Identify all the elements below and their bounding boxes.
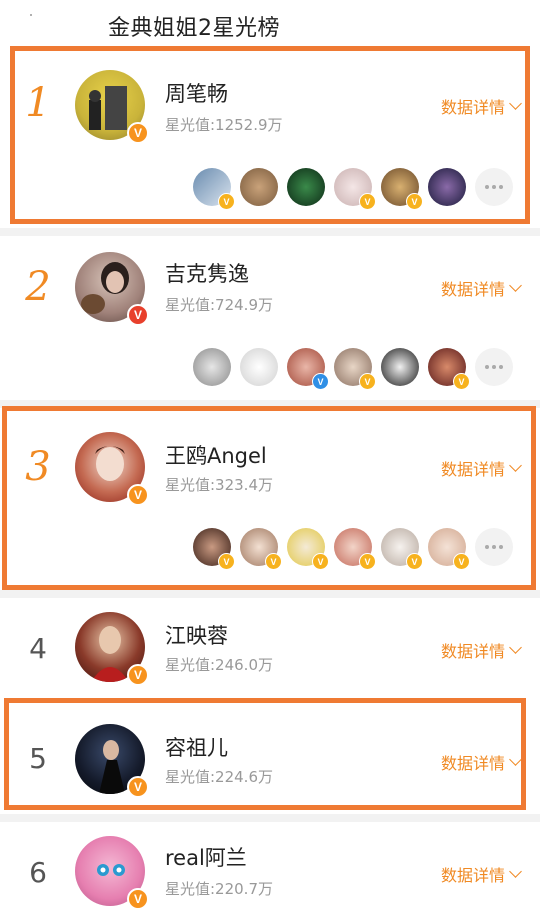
- verified-v-icon: V: [359, 553, 376, 570]
- fan-avatar[interactable]: V: [334, 348, 376, 390]
- chevron-down-icon: [509, 97, 522, 110]
- verified-v-icon: V: [218, 193, 235, 210]
- verified-v-icon: V: [218, 553, 235, 570]
- verified-v-icon: V: [312, 553, 329, 570]
- chevron-down-icon: [509, 279, 522, 292]
- ranking-entry-5[interactable]: 5 V 容祖儿 星光值:224.6万 数据详情: [0, 700, 540, 810]
- verified-v-icon: V: [127, 484, 149, 506]
- fan-avatar[interactable]: V: [381, 528, 423, 570]
- verified-v-icon: V: [359, 373, 376, 390]
- fan-avatar[interactable]: V: [428, 348, 470, 390]
- verified-v-icon: V: [359, 193, 376, 210]
- fan-avatar[interactable]: [381, 348, 419, 386]
- data-detail-label: 数据详情: [440, 866, 505, 885]
- verified-v-icon: V: [406, 193, 423, 210]
- data-detail-button[interactable]: 数据详情: [440, 750, 522, 774]
- star-value: 星光值:224.6万: [165, 768, 273, 786]
- ranking-entry-2[interactable]: 2 V 吉克隽逸 星光值:724.9万 数据详情 V V V: [0, 236, 540, 406]
- ranking-entry-3[interactable]: 3 V 王鸥Angel 星光值:323.4万 数据详情 V V V V V V: [0, 410, 540, 580]
- rank-number: 2: [25, 264, 51, 310]
- verified-v-icon: V: [265, 553, 282, 570]
- rank-number: 6: [29, 856, 47, 889]
- fan-avatars: V V V: [193, 168, 513, 210]
- ranking-entry-1[interactable]: 1 V 周笔畅 星光值:1252.9万 数据详情 V V V: [0, 58, 540, 228]
- status-dot: [30, 14, 32, 16]
- verified-v-icon: V: [127, 776, 149, 798]
- verified-v-icon: V: [453, 373, 470, 390]
- ranking-entry-6[interactable]: 6 V real阿兰 星光值:220.7万 数据详情: [0, 822, 540, 908]
- page-title: 金典姐姐2星光榜: [108, 16, 280, 41]
- chevron-down-icon: [509, 753, 522, 766]
- data-detail-button[interactable]: 数据详情: [440, 638, 522, 662]
- avatar[interactable]: V: [75, 724, 149, 798]
- avatar[interactable]: V: [75, 432, 149, 506]
- rank-number: 1: [25, 80, 51, 126]
- data-detail-button[interactable]: 数据详情: [440, 94, 522, 118]
- fan-avatar[interactable]: [428, 168, 466, 206]
- verified-v-icon: V: [406, 553, 423, 570]
- more-dots-icon[interactable]: [475, 528, 513, 566]
- separator: [0, 228, 540, 236]
- artist-name[interactable]: 吉克隽逸: [165, 258, 249, 288]
- data-detail-button[interactable]: 数据详情: [440, 862, 522, 886]
- star-value: 星光值:220.7万: [165, 880, 273, 898]
- chevron-down-icon: [509, 641, 522, 654]
- verified-v-icon: V: [127, 664, 149, 686]
- rank-number: 4: [29, 632, 47, 665]
- fan-avatar[interactable]: [240, 348, 278, 386]
- data-detail-label: 数据详情: [440, 754, 505, 773]
- separator: [0, 400, 540, 408]
- star-value: 星光值:724.9万: [165, 296, 273, 314]
- more-dots-icon[interactable]: [475, 348, 513, 386]
- more-dots-icon[interactable]: [475, 168, 513, 206]
- rank-number: 5: [29, 742, 47, 775]
- verified-v-icon: V: [127, 304, 149, 326]
- artist-name[interactable]: real阿兰: [165, 842, 247, 872]
- data-detail-label: 数据详情: [440, 280, 505, 299]
- fan-avatar[interactable]: V: [428, 528, 470, 570]
- fan-avatar[interactable]: [240, 168, 278, 206]
- fan-avatar[interactable]: V: [240, 528, 282, 570]
- artist-name[interactable]: 周笔畅: [165, 78, 228, 108]
- data-detail-button[interactable]: 数据详情: [440, 456, 522, 480]
- star-value: 星光值:1252.9万: [165, 116, 283, 134]
- fan-avatar[interactable]: [193, 348, 231, 386]
- ranking-entry-4[interactable]: 4 V 江映蓉 星光值:246.0万 数据详情: [0, 598, 540, 698]
- fan-avatar[interactable]: V: [334, 528, 376, 570]
- artist-name[interactable]: 容祖儿: [165, 732, 228, 762]
- avatar[interactable]: V: [75, 612, 149, 686]
- artist-name[interactable]: 王鸥Angel: [165, 440, 267, 470]
- avatar[interactable]: V: [75, 836, 149, 908]
- fan-avatar[interactable]: V: [193, 168, 235, 210]
- fan-avatar[interactable]: V: [287, 528, 329, 570]
- artist-name[interactable]: 江映蓉: [165, 620, 228, 650]
- fan-avatars: V V V: [193, 348, 513, 390]
- chevron-down-icon: [509, 459, 522, 472]
- verified-v-icon: V: [127, 122, 149, 144]
- fan-avatar[interactable]: V: [287, 348, 329, 390]
- data-detail-button[interactable]: 数据详情: [440, 276, 522, 300]
- avatar[interactable]: V: [75, 252, 149, 326]
- verified-v-icon: V: [127, 888, 149, 908]
- fan-avatar[interactable]: [287, 168, 325, 206]
- fan-avatar[interactable]: V: [334, 168, 376, 210]
- star-value: 星光值:246.0万: [165, 656, 273, 674]
- verified-v-icon: V: [312, 373, 329, 390]
- separator: [0, 814, 540, 822]
- fan-avatar[interactable]: V: [193, 528, 235, 570]
- data-detail-label: 数据详情: [440, 98, 505, 117]
- data-detail-label: 数据详情: [440, 642, 505, 661]
- verified-v-icon: V: [453, 553, 470, 570]
- data-detail-label: 数据详情: [440, 460, 505, 479]
- chevron-down-icon: [509, 865, 522, 878]
- fan-avatar[interactable]: V: [381, 168, 423, 210]
- avatar[interactable]: V: [75, 70, 149, 144]
- separator: [0, 590, 540, 598]
- star-value: 星光值:323.4万: [165, 476, 273, 494]
- fan-avatars: V V V V V V: [193, 528, 513, 570]
- rank-number: 3: [25, 444, 51, 490]
